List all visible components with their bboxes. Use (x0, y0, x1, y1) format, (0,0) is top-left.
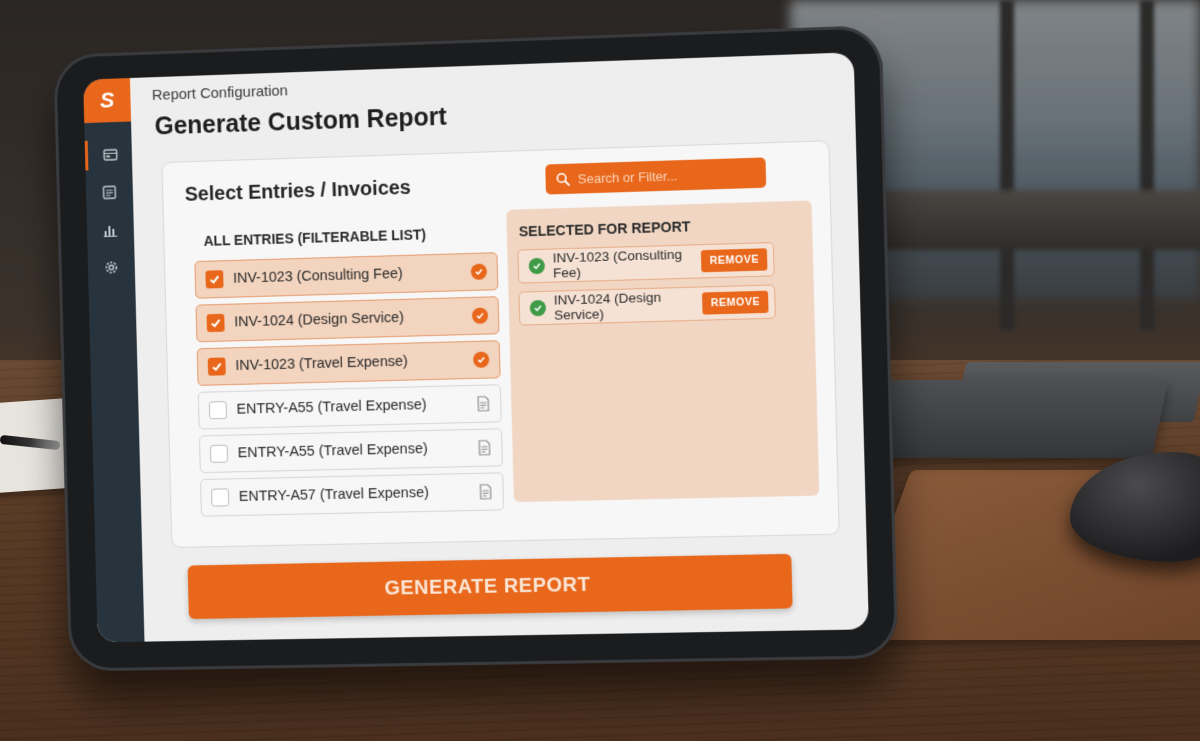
selected-item-label: INV-1023 (Consulting Fee) (552, 246, 702, 280)
all-entries-heading: ALL ENTRIES (FILTERABLE LIST) (203, 226, 426, 249)
sidebar: S (83, 78, 144, 642)
document-icon (477, 440, 491, 456)
remove-button[interactable]: REMOVE (702, 291, 768, 315)
entry-label: INV-1023 (Consulting Fee) (233, 264, 471, 287)
dashboard-icon[interactable] (85, 139, 133, 170)
search-icon (555, 172, 569, 186)
check-circle-icon (473, 352, 489, 368)
entry-row[interactable]: INV-1023 (Consulting Fee) (194, 252, 498, 299)
entry-label: ENTRY-A55 (Travel Expense) (237, 440, 477, 461)
notebook (852, 380, 1169, 458)
entry-row[interactable]: ENTRY-A57 (Travel Expense) (200, 472, 504, 516)
generate-report-button[interactable]: GENERATE REPORT (188, 554, 793, 619)
tablet-device: S Report Configuration Generate Custom R… (53, 25, 898, 672)
page-title: Generate Custom Report (154, 103, 447, 142)
check-circle-icon (529, 258, 545, 274)
remove-button[interactable]: REMOVE (701, 248, 767, 272)
check-circle-icon (471, 263, 487, 279)
entry-row[interactable]: INV-1023 (Travel Expense) (197, 340, 501, 386)
search-input[interactable] (578, 165, 760, 186)
document-icon (476, 396, 490, 412)
entry-row[interactable]: INV-1024 (Design Service) (196, 296, 500, 342)
search-box[interactable] (545, 157, 766, 194)
check-circle-icon (530, 300, 546, 316)
entry-label: ENTRY-A57 (Travel Expense) (239, 484, 479, 505)
window-frame (1140, 0, 1154, 330)
selection-card: Select Entries / Invoices ALL ENTRIES (F… (161, 140, 839, 548)
window-frame (1000, 0, 1014, 330)
breadcrumb: Report Configuration (152, 82, 288, 104)
gear-icon[interactable] (88, 252, 136, 283)
checkbox-unchecked[interactable] (211, 488, 229, 506)
checkbox-checked[interactable] (205, 270, 223, 288)
entry-label: INV-1024 (Design Service) (234, 308, 472, 330)
entry-label: ENTRY-A55 (Travel Expense) (236, 396, 476, 418)
entry-row[interactable]: ENTRY-A55 (Travel Expense) (199, 428, 503, 473)
selected-panel: SELECTED FOR REPORT INV-1023 (Consulting… (506, 200, 819, 502)
entry-label: INV-1023 (Travel Expense) (235, 352, 473, 374)
card-title: Select Entries / Invoices (185, 177, 412, 207)
selected-item: INV-1023 (Consulting Fee) REMOVE (517, 242, 774, 284)
entry-row[interactable]: ENTRY-A55 (Travel Expense) (198, 384, 502, 429)
bar-chart-icon[interactable] (87, 214, 135, 245)
selected-item: INV-1024 (Design Service) REMOVE (518, 284, 775, 325)
checkbox-checked[interactable] (207, 314, 225, 332)
checkbox-checked[interactable] (208, 357, 226, 375)
app-logo[interactable]: S (83, 78, 131, 123)
list-icon[interactable] (86, 177, 134, 208)
tablet-screen: S Report Configuration Generate Custom R… (83, 52, 869, 642)
selected-heading: SELECTED FOR REPORT (519, 218, 691, 239)
selected-item-label: INV-1024 (Design Service) (554, 288, 704, 322)
document-icon (478, 484, 492, 500)
checkbox-unchecked[interactable] (209, 401, 227, 419)
checkbox-unchecked[interactable] (210, 445, 228, 463)
check-circle-icon (472, 307, 488, 323)
